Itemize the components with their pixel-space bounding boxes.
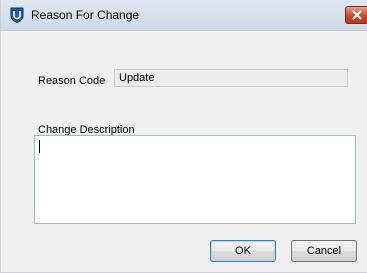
close-button[interactable] [345, 6, 367, 24]
title-bar[interactable]: Reason For Change [1, 0, 367, 31]
change-description-textarea[interactable] [34, 135, 356, 224]
shield-icon [9, 7, 25, 24]
close-icon [352, 10, 362, 20]
window-title: Reason For Change [31, 8, 140, 22]
ok-button[interactable]: OK [210, 240, 276, 262]
reason-code-field: Update [114, 69, 348, 87]
reason-code-label: Reason Code [38, 75, 106, 87]
reason-for-change-dialog: Reason For Change Reason Code Update Cha… [0, 0, 367, 273]
cancel-button[interactable]: Cancel [291, 240, 357, 262]
text-caret [39, 140, 40, 153]
